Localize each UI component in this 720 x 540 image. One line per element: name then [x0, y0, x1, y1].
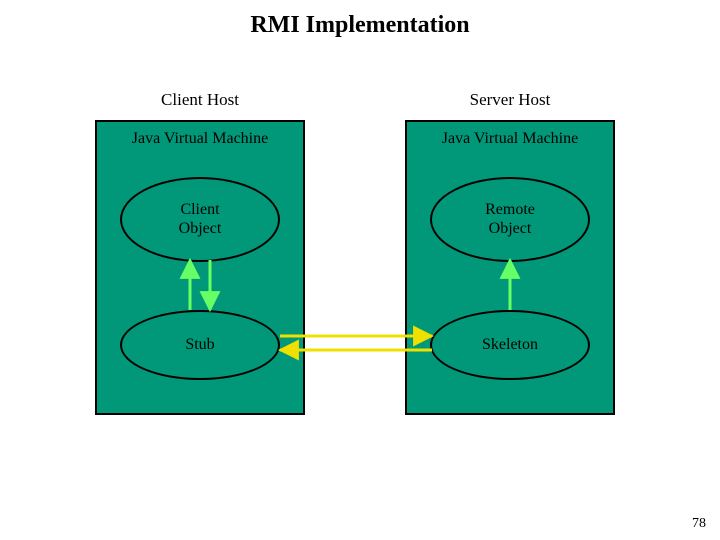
page-title: RMI Implementation [0, 12, 720, 39]
client-panel: Java Virtual Machine ClientObject Stub [95, 120, 305, 415]
server-panel: Java Virtual Machine RemoteObject Skelet… [405, 120, 615, 415]
server-jvm-label: Java Virtual Machine [407, 130, 613, 148]
stub-label: Stub [179, 336, 220, 354]
client-host-label: Client Host [95, 90, 305, 110]
remote-object-ellipse: RemoteObject [430, 177, 590, 262]
skeleton-ellipse: Skeleton [430, 310, 590, 380]
diagram-stage: Client Host Server Host Java Virtual Mac… [0, 90, 720, 460]
server-host-label: Server Host [405, 90, 615, 110]
client-jvm-label: Java Virtual Machine [97, 130, 303, 148]
skeleton-label: Skeleton [476, 336, 544, 354]
remote-object-label: RemoteObject [479, 201, 541, 238]
page-number: 78 [692, 516, 706, 532]
client-object-label: ClientObject [173, 201, 228, 238]
client-object-ellipse: ClientObject [120, 177, 280, 262]
stub-ellipse: Stub [120, 310, 280, 380]
